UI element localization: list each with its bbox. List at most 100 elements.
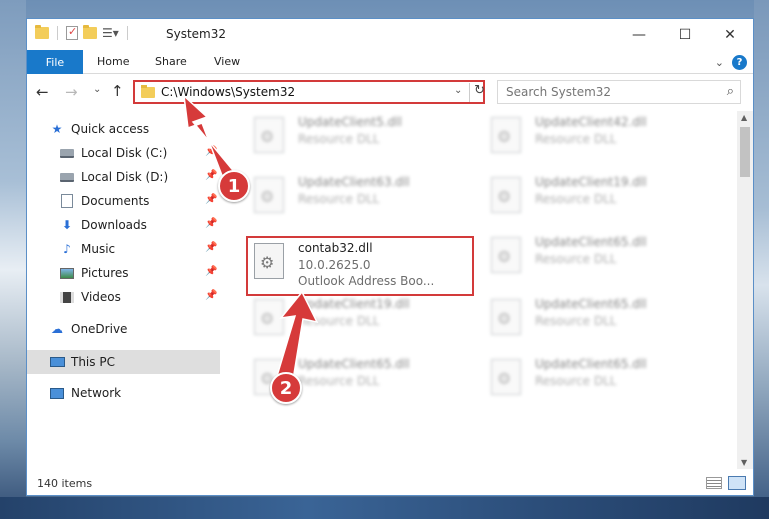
file-description: Resource DLL <box>535 192 617 206</box>
recent-locations-chevron-icon[interactable]: ⌄ <box>93 84 101 95</box>
close-button[interactable]: ✕ <box>707 19 753 50</box>
up-arrow-icon[interactable]: ↑ <box>111 82 124 100</box>
tab-home[interactable]: Home <box>97 55 129 68</box>
sidebar-item-pictures[interactable]: Pictures 📌 <box>27 262 220 284</box>
file-explorer-window: ☰▾ System32 — ☐ ✕ File Home Share View ⌄… <box>26 18 754 496</box>
folder-icon <box>141 85 155 98</box>
sidebar-item-documents[interactable]: Documents 📌 <box>27 190 220 212</box>
file-item[interactable]: UpdateClient65.dll Resource DLL <box>485 233 715 285</box>
pin-icon[interactable]: 📌 <box>205 194 217 205</box>
file-name: UpdateClient63.dll <box>298 175 410 189</box>
file-description: Resource DLL <box>535 132 617 146</box>
new-folder-icon[interactable] <box>83 25 97 39</box>
large-icons-view-icon[interactable] <box>728 476 746 490</box>
quick-access-toolbar: ☰▾ <box>35 25 131 40</box>
properties-icon[interactable] <box>66 25 78 40</box>
sidebar-item-this-pc[interactable]: This PC <box>27 350 220 374</box>
file-item[interactable]: UpdateClient42.dll Resource DLL <box>485 113 715 165</box>
vertical-scrollbar[interactable]: ▲ ▼ <box>737 111 753 469</box>
dll-file-icon <box>491 359 521 395</box>
help-icon[interactable]: ? <box>732 55 747 70</box>
file-description: Resource DLL <box>298 192 380 206</box>
status-bar: 140 items <box>27 472 753 495</box>
folder-icon <box>35 25 49 39</box>
scroll-up-icon[interactable]: ▲ <box>741 113 747 122</box>
sidebar-item-network[interactable]: Network <box>27 382 220 404</box>
toolbar-divider <box>57 26 58 40</box>
network-icon <box>49 386 65 400</box>
file-item[interactable]: UpdateClient5.dll Resource DLL <box>248 113 478 165</box>
file-description: Resource DLL <box>535 252 617 266</box>
expand-ribbon-icon[interactable]: ⌄ <box>715 56 724 69</box>
computer-icon <box>49 355 65 369</box>
sidebar-item-local-disk-c[interactable]: Local Disk (C:) 📌 <box>27 142 220 164</box>
pictures-icon <box>59 266 75 280</box>
dll-file-icon <box>254 117 284 153</box>
item-count: 140 items <box>37 477 93 490</box>
address-dropdown-icon[interactable]: ⌄ <box>454 85 462 96</box>
minimize-button[interactable]: — <box>616 19 662 50</box>
file-description: Resource DLL <box>298 374 380 388</box>
pin-icon[interactable]: 📌 <box>205 290 217 301</box>
details-view-icon[interactable] <box>706 477 722 489</box>
file-item[interactable]: UpdateClient65.dll Resource DLL <box>485 355 715 407</box>
search-box[interactable]: ⌕ <box>497 80 741 104</box>
pin-icon[interactable]: 📌 <box>205 266 217 277</box>
dll-file-icon <box>491 117 521 153</box>
file-name: UpdateClient42.dll <box>535 115 647 129</box>
sidebar-item-label: Quick access <box>71 122 150 136</box>
documents-icon <box>59 194 75 208</box>
sidebar-item-downloads[interactable]: ⬇ Downloads 📌 <box>27 214 220 236</box>
downloads-icon: ⬇ <box>61 218 73 232</box>
back-arrow-icon[interactable]: ← <box>36 83 49 101</box>
maximize-button[interactable]: ☐ <box>662 19 708 50</box>
file-description: Resource DLL <box>535 374 617 388</box>
search-icon[interactable]: ⌕ <box>727 84 734 99</box>
file-name: UpdateClient5.dll <box>298 115 402 129</box>
music-icon: ♪ <box>63 242 71 256</box>
file-item[interactable]: UpdateClient19.dll Resource DLL <box>248 295 478 347</box>
sidebar-item-label: Music <box>81 242 116 256</box>
address-bar[interactable]: C:\Windows\System32 ⌄ ↻ <box>133 80 485 104</box>
sidebar-item-quick-access[interactable]: ★ Quick access <box>27 118 220 140</box>
desktop-background-bottom <box>0 497 769 519</box>
annotation-badge-1: 1 <box>218 170 250 202</box>
sidebar-item-local-disk-d[interactable]: Local Disk (D:) 📌 <box>27 166 220 188</box>
tab-file[interactable]: File <box>27 50 83 74</box>
customize-toolbar-icon[interactable]: ☰▾ <box>102 26 119 40</box>
tab-view[interactable]: View <box>214 55 240 68</box>
pin-icon[interactable]: 📌 <box>205 170 217 181</box>
sidebar-item-onedrive[interactable]: ☁ OneDrive <box>27 318 220 340</box>
file-name: UpdateClient65.dll <box>535 357 647 371</box>
file-item[interactable]: UpdateClient65.dll Resource DLL <box>485 295 715 347</box>
toolbar-divider <box>126 26 128 40</box>
file-item[interactable]: UpdateClient63.dll Resource DLL <box>248 173 478 225</box>
file-name: UpdateClient65.dll <box>535 235 647 249</box>
scroll-down-icon[interactable]: ▼ <box>741 458 747 467</box>
title-bar[interactable]: ☰▾ System32 — ☐ ✕ <box>27 19 753 50</box>
pin-icon[interactable]: 📌 <box>205 146 217 157</box>
tab-share[interactable]: Share <box>155 55 187 68</box>
scrollbar-thumb[interactable] <box>740 127 750 177</box>
address-path[interactable]: C:\Windows\System32 <box>161 85 295 99</box>
search-input[interactable] <box>498 81 708 103</box>
annotation-badge-2: 2 <box>270 372 302 404</box>
sidebar-item-label: OneDrive <box>71 322 128 336</box>
pin-icon[interactable]: 📌 <box>205 242 217 253</box>
sidebar-item-label: Network <box>71 386 122 400</box>
sidebar-item-label: Local Disk (D:) <box>81 170 169 184</box>
file-item[interactable]: UpdateClient19.dll Resource DLL <box>485 173 715 225</box>
file-name: UpdateClient19.dll <box>298 297 410 311</box>
sidebar-item-videos[interactable]: Videos 📌 <box>27 286 220 308</box>
sidebar-item-music[interactable]: ♪ Music 📌 <box>27 238 220 260</box>
sidebar-item-label: This PC <box>71 355 115 369</box>
file-description: Resource DLL <box>298 132 380 146</box>
pin-icon[interactable]: 📌 <box>205 218 217 229</box>
disk-icon <box>59 170 75 184</box>
navigation-pane: ★ Quick access Local Disk (C:) 📌 Local D… <box>27 111 220 469</box>
forward-arrow-icon[interactable]: → <box>65 83 78 101</box>
file-name: UpdateClient65.dll <box>535 297 647 311</box>
star-icon: ★ <box>51 122 63 136</box>
desktop-background-right <box>754 0 769 519</box>
refresh-icon[interactable]: ↻ <box>469 83 485 102</box>
